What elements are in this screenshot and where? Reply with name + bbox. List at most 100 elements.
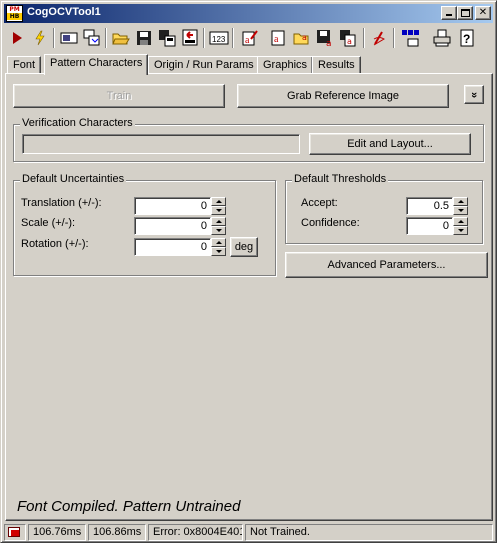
status-message: Font Compiled. Pattern Untrained	[17, 498, 241, 515]
edit-font-icon: a	[242, 30, 258, 46]
toolbar-separator	[105, 28, 107, 48]
default-uncertainties-group: Default Uncertainties Translation (+/-):…	[13, 173, 276, 276]
spin-down-icon[interactable]	[453, 226, 468, 235]
edit-font-button[interactable]: a	[238, 27, 261, 49]
save-font-disk-button[interactable]: a	[313, 27, 336, 49]
svg-text:a: a	[326, 39, 332, 47]
scale-input[interactable]: 0	[134, 217, 211, 235]
open-font-button[interactable]: a	[267, 27, 290, 49]
run-button[interactable]	[5, 27, 28, 49]
svg-text:a: a	[245, 35, 250, 46]
maximize-button[interactable]	[457, 6, 473, 20]
svg-text:a: a	[347, 37, 352, 46]
minimize-button[interactable]	[441, 6, 457, 20]
network-button[interactable]	[399, 27, 422, 49]
tab-pattern-characters[interactable]: Pattern Characters	[44, 54, 149, 75]
electric-button[interactable]	[28, 27, 51, 49]
reset-icon	[182, 29, 197, 46]
maximize-icon	[461, 9, 470, 17]
double-chevron-down-icon: »	[468, 91, 480, 98]
translation-spinner[interactable]	[211, 197, 226, 215]
save-disk-icon	[136, 31, 151, 45]
spin-down-icon[interactable]	[211, 226, 226, 235]
status-time-2: 106.86ms	[88, 524, 146, 541]
svg-text:?: ?	[463, 32, 470, 46]
deg-button[interactable]: deg	[230, 237, 258, 257]
font-settings-button[interactable]: a	[336, 27, 359, 49]
rotation-label: Rotation (+/-):	[21, 238, 89, 250]
advanced-parameters-button[interactable]: Advanced Parameters...	[285, 252, 488, 278]
open-button[interactable]	[109, 27, 132, 49]
train-button[interactable]: Train	[13, 84, 225, 108]
run-graphics-icon	[373, 31, 385, 46]
toolbar-separator	[393, 28, 395, 48]
run-icon	[12, 32, 22, 44]
spin-down-icon[interactable]	[211, 206, 226, 215]
image-display-button[interactable]	[57, 27, 80, 49]
svg-text:123: 123	[212, 35, 226, 44]
accept-label: Accept:	[301, 197, 338, 209]
svg-text:a: a	[274, 34, 279, 45]
stop-status-icon	[8, 527, 20, 537]
save-font-icon: a	[316, 30, 332, 47]
scale-label: Scale (+/-):	[21, 217, 76, 229]
save-button[interactable]	[132, 27, 155, 49]
spin-up-icon[interactable]	[211, 238, 226, 247]
help-button[interactable]: ?	[455, 27, 478, 49]
confidence-input[interactable]: 0	[406, 217, 453, 235]
rotation-spinner[interactable]	[211, 238, 226, 256]
grab-reference-image-button[interactable]: Grab Reference Image	[237, 84, 449, 108]
svg-text:a: a	[302, 33, 307, 42]
edit-and-layout-button[interactable]: Edit and Layout...	[309, 133, 471, 155]
status-bar: 106.76ms 106.86ms Error: 0x8004E401 Not …	[4, 523, 494, 541]
close-icon: ✕	[478, 7, 488, 18]
expand-button[interactable]: »	[464, 85, 484, 104]
open-folder-icon	[111, 33, 130, 45]
default-thresholds-group: Default Thresholds Accept: 0.5 Confidenc…	[285, 173, 483, 244]
verification-characters-title: Verification Characters	[20, 117, 135, 129]
open-font-icon: a	[271, 30, 284, 46]
save-font-button[interactable]: a	[290, 27, 313, 49]
spin-up-icon[interactable]	[453, 197, 468, 206]
print-icon	[433, 29, 450, 47]
tab-panel: Train Grab Reference Image » Verificatio…	[5, 73, 493, 521]
scale-spinner[interactable]	[211, 217, 226, 235]
tab-origin-run-params[interactable]: Origin / Run Params	[148, 56, 260, 74]
accept-input[interactable]: 0.5	[406, 197, 453, 215]
spin-up-icon[interactable]	[211, 217, 226, 226]
run-graphics-button[interactable]	[367, 27, 390, 49]
app-icon: PM HB	[6, 5, 23, 22]
close-button[interactable]: ✕	[475, 6, 491, 20]
title-bar[interactable]: PM HB CogOCVTool1 ✕	[4, 4, 493, 23]
spin-down-icon[interactable]	[453, 206, 468, 215]
spin-down-icon[interactable]	[211, 247, 226, 256]
copy-button[interactable]	[155, 27, 178, 49]
spin-up-icon[interactable]	[211, 197, 226, 206]
tab-font[interactable]: Font	[7, 56, 42, 74]
spin-up-icon[interactable]	[453, 217, 468, 226]
tab-results[interactable]: Results	[312, 56, 361, 74]
confidence-spinner[interactable]	[453, 217, 468, 235]
verification-characters-group: Verification Characters Edit and Layout.…	[13, 117, 484, 162]
image-display-icon	[60, 32, 77, 44]
window-title: CogOCVTool1	[27, 6, 101, 18]
accept-spinner[interactable]	[453, 197, 468, 215]
translation-input[interactable]: 0	[134, 197, 211, 215]
tab-strip: Font Pattern Characters Origin / Run Par…	[5, 54, 493, 75]
status-time-1: 106.76ms	[28, 524, 86, 541]
font-settings-icon: a	[339, 30, 355, 47]
rotation-input[interactable]: 0	[134, 238, 211, 256]
image-cycle-button[interactable]	[80, 27, 103, 49]
reset-button[interactable]	[178, 27, 201, 49]
tab-graphics[interactable]: Graphics	[257, 56, 314, 74]
numeric-icon: 123	[209, 31, 228, 45]
status-error: Error: 0x8004E401	[148, 524, 243, 541]
print-button[interactable]	[430, 27, 453, 49]
verification-characters-field[interactable]	[22, 134, 300, 154]
open-folder-icon: a	[293, 33, 308, 45]
toolbar: 123 a a a a a ?	[5, 26, 493, 52]
numeric-button[interactable]: 123	[207, 27, 230, 49]
default-uncertainties-title: Default Uncertainties	[20, 173, 127, 185]
default-thresholds-title: Default Thresholds	[292, 173, 389, 185]
lightning-icon	[34, 30, 45, 46]
